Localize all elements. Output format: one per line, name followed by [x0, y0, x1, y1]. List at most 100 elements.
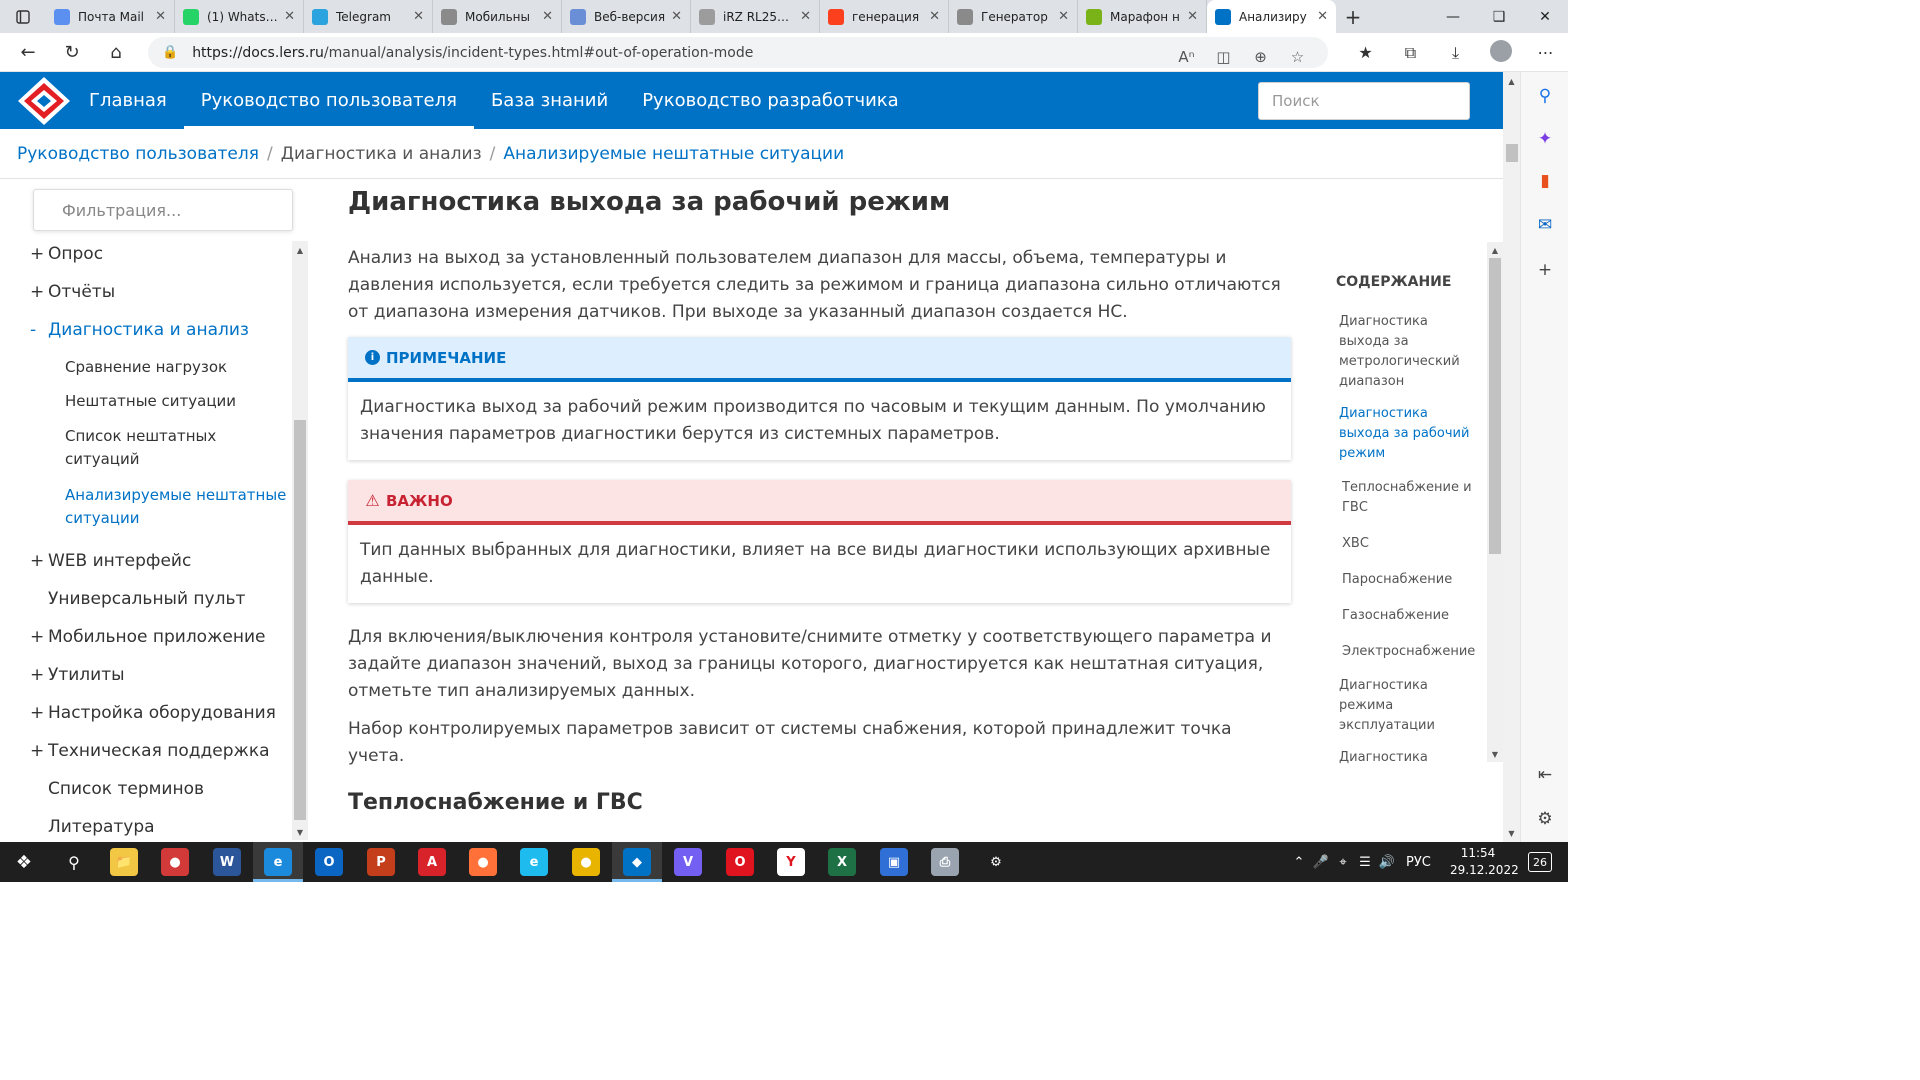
site-nav-link[interactable]: Руководство разработчика	[625, 72, 916, 129]
home-button[interactable]: ⌂	[94, 33, 138, 72]
expand-toggle-icon[interactable]	[30, 589, 48, 609]
outlook-icon[interactable]: ✉	[1521, 211, 1569, 239]
browser-tab[interactable]: (1) WhatsAp ✕	[175, 0, 304, 33]
breadcrumb-item[interactable]: Анализируемые нештатные ситуации	[503, 144, 844, 164]
window-icon[interactable]: ▣	[880, 848, 908, 876]
expand-toggle-icon[interactable]	[30, 779, 48, 799]
collections-icon[interactable]: ⧉	[1388, 43, 1433, 63]
ie-icon[interactable]: e	[520, 848, 548, 876]
acrobat-icon[interactable]: A	[418, 848, 446, 876]
wifi-icon[interactable]: ☰	[1354, 855, 1376, 870]
sidebar-subitem[interactable]: Сравнение нагрузок	[65, 356, 290, 379]
site-nav-link[interactable]: База знаний	[474, 72, 625, 129]
sidebar-item[interactable]: Универсальный пульт	[30, 589, 245, 609]
expand-toggle-icon[interactable]: +	[30, 741, 48, 761]
new-tab-button[interactable]: +	[1336, 5, 1370, 29]
expand-toggle-icon[interactable]: +	[30, 627, 48, 647]
page-scrollbar-thumb[interactable]	[1506, 144, 1518, 162]
office-icon[interactable]: ▮	[1521, 167, 1569, 195]
edge-icon[interactable]: e	[264, 848, 292, 876]
close-tab-icon[interactable]: ✕	[542, 9, 553, 24]
back-button[interactable]: ←	[6, 33, 50, 72]
sparkle-icon[interactable]: ✦	[1521, 125, 1569, 153]
browser-icon[interactable]: ●	[161, 848, 189, 876]
sidebar-scroll-up[interactable]: ▲	[292, 242, 308, 258]
toc-item[interactable]: Пароснабжение	[1342, 570, 1482, 590]
breadcrumb-item[interactable]: Руководство пользователя	[17, 144, 259, 164]
browser-tab[interactable]: iRZ RL25w | ✕	[691, 0, 820, 33]
chrome-icon[interactable]: ●	[572, 848, 600, 876]
close-tab-icon[interactable]: ✕	[800, 9, 811, 24]
lers-logo[interactable]	[16, 75, 72, 127]
browser-tab[interactable]: Анализиру ✕	[1207, 0, 1336, 33]
gear-icon[interactable]: ⚙	[1521, 805, 1569, 833]
page-scrollbar[interactable]	[1503, 72, 1520, 842]
browser-tab[interactable]: Генератор ✕	[949, 0, 1078, 33]
sidebar-item[interactable]: + Опрос	[30, 244, 103, 264]
notifications-badge[interactable]: 26	[1528, 852, 1552, 872]
browser-tab[interactable]: Веб-версия ✕	[562, 0, 691, 33]
expand-toggle-icon[interactable]: -	[30, 320, 48, 340]
tray-chevron-icon[interactable]: ⌃	[1288, 855, 1310, 870]
close-tab-icon[interactable]: ✕	[155, 9, 166, 24]
sidebar-scroll-down[interactable]: ▼	[292, 824, 308, 840]
profile-avatar[interactable]	[1478, 39, 1523, 66]
toc-item[interactable]: Электроснабжение	[1342, 642, 1482, 662]
sidebar-subitem[interactable]: Анализируемые нештатные ситуации	[65, 484, 290, 530]
downloads-icon[interactable]: ⤓	[1433, 43, 1478, 63]
lers-icon[interactable]: ◆	[623, 848, 651, 876]
toc-scroll-down[interactable]: ▼	[1487, 746, 1503, 762]
favorites-icon[interactable]: ★	[1343, 43, 1388, 62]
expand-toggle-icon[interactable]: +	[30, 551, 48, 571]
search-icon[interactable]: ⚲	[1521, 82, 1569, 110]
browser-tab[interactable]: генерация ✕	[820, 0, 949, 33]
toc-item[interactable]: ХВС	[1342, 534, 1482, 554]
browser-tab[interactable]: Telegram ✕	[304, 0, 433, 33]
close-tab-icon[interactable]: ✕	[413, 9, 424, 24]
close-tab-icon[interactable]: ✕	[1317, 9, 1328, 24]
language-indicator[interactable]: РУС	[1406, 855, 1431, 870]
yandex-browser-icon[interactable]: Y	[777, 848, 805, 876]
explorer-icon[interactable]: 📁	[110, 848, 138, 876]
toc-scrollbar-thumb[interactable]	[1489, 258, 1501, 554]
settings-icon[interactable]: ⚙	[982, 848, 1010, 876]
browser-tab[interactable]: Мобильны ✕	[433, 0, 562, 33]
site-nav-link[interactable]: Главная	[72, 72, 184, 129]
sidebar-subitem[interactable]: Нештатные ситуации	[65, 390, 290, 413]
clock[interactable]: 11:54 29.12.2022	[1450, 845, 1519, 879]
browser-tab[interactable]: Марафон н ✕	[1078, 0, 1207, 33]
refresh-button[interactable]: ↻	[50, 33, 94, 72]
firefox-icon[interactable]: ●	[469, 848, 497, 876]
add-icon[interactable]: +	[1521, 256, 1569, 284]
sidebar-item[interactable]: + WEB интерфейс	[30, 551, 191, 571]
toc-scroll-up[interactable]: ▲	[1487, 242, 1503, 258]
close-tab-icon[interactable]: ✕	[929, 9, 940, 24]
toc-item[interactable]: Газоснабжение	[1342, 606, 1482, 626]
site-nav-link[interactable]: Руководство пользователя	[183, 72, 475, 129]
sidebar-item[interactable]: Список терминов	[30, 779, 204, 799]
zoom-icon[interactable]: ⊕	[1242, 48, 1279, 66]
windows-start-icon[interactable]: ❖	[10, 848, 38, 876]
opera-icon[interactable]: O	[726, 848, 754, 876]
search-icon[interactable]: ⚲	[60, 848, 88, 876]
minimize-button[interactable]: —	[1430, 0, 1476, 33]
browser-tab[interactable]: Почта Mail ✕	[46, 0, 175, 33]
page-scroll-down[interactable]: ▼	[1503, 825, 1520, 841]
sidebar-filter-input[interactable]	[33, 189, 293, 231]
toc-item[interactable]: Теплоснабжение и ГВС	[1342, 478, 1482, 518]
expand-toggle-icon[interactable]: +	[30, 244, 48, 264]
sidebar-item[interactable]: + Мобильное приложение	[30, 627, 265, 647]
page-scroll-up[interactable]: ▲	[1503, 73, 1520, 89]
read-aloud-icon[interactable]: Aⁿ	[1168, 48, 1205, 66]
word-icon[interactable]: W	[213, 848, 241, 876]
microphone-icon[interactable]: 🎤	[1310, 855, 1332, 870]
sidebar-item[interactable]: Литература	[30, 817, 155, 837]
sidebar-item[interactable]: + Утилиты	[30, 665, 125, 685]
tab-actions-button[interactable]	[0, 0, 46, 33]
printer-icon[interactable]: ⎙	[931, 848, 959, 876]
favorite-add-icon[interactable]: ☆	[1279, 48, 1316, 66]
volume-icon[interactable]: 🔊	[1376, 855, 1398, 870]
close-window-button[interactable]: ✕	[1522, 0, 1568, 33]
toc-item[interactable]: Диагностика выхода за метрологический ди…	[1339, 312, 1479, 392]
sidebar-subitem[interactable]: Список нештатных ситуаций	[65, 425, 290, 471]
